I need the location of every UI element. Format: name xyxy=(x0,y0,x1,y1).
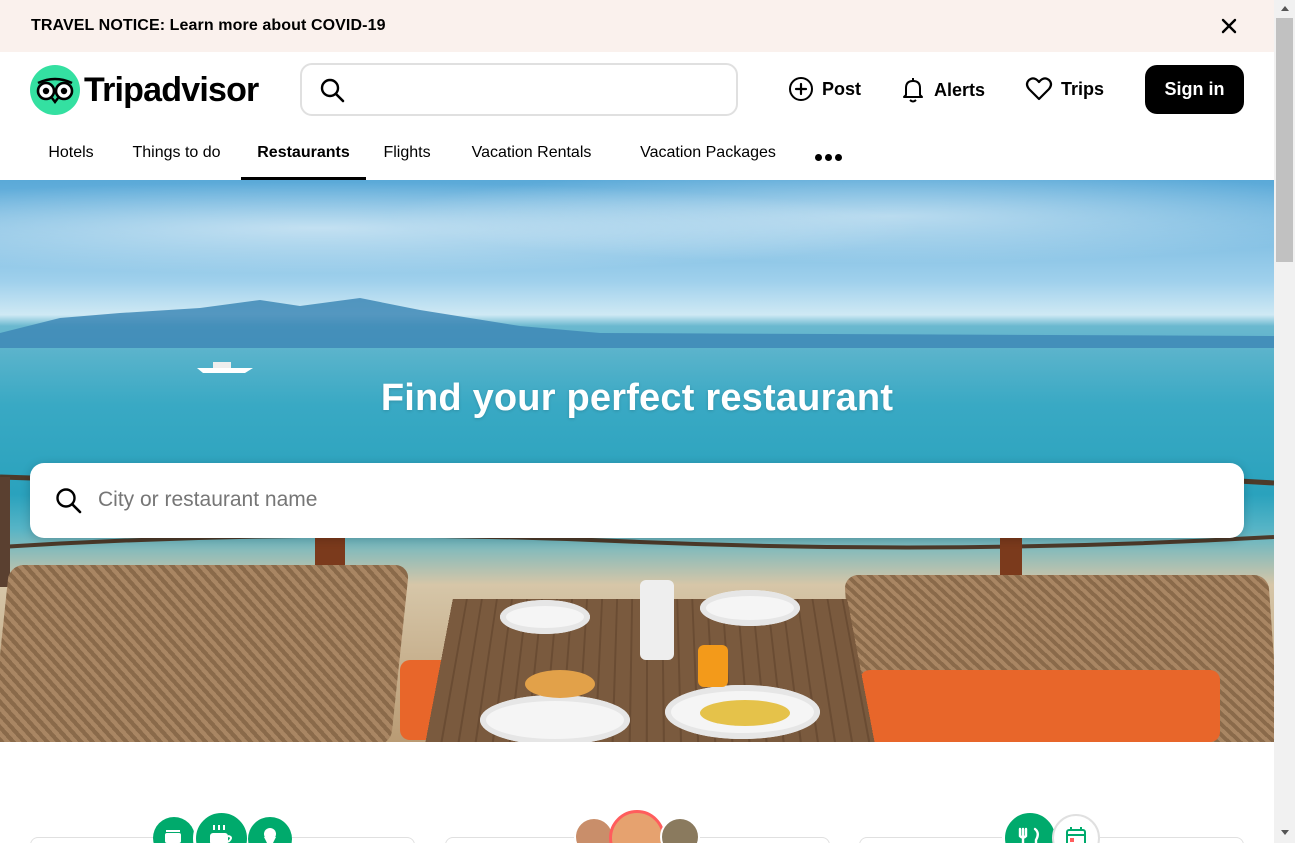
hero-banner: Find your perfect restaurant City or res… xyxy=(0,180,1274,742)
plus-circle-icon xyxy=(789,77,813,101)
wicker-chair-left xyxy=(0,565,410,742)
scroll-thumb[interactable] xyxy=(1276,18,1293,262)
fast-food-icon xyxy=(153,817,195,843)
tab-things-to-do[interactable]: Things to do xyxy=(112,128,241,180)
header-search-input[interactable] xyxy=(300,63,738,116)
search-icon xyxy=(56,488,82,514)
plate-image xyxy=(500,600,590,634)
tab-hotels[interactable]: Hotels xyxy=(30,128,112,180)
hero-title: Find your perfect restaurant xyxy=(380,377,894,419)
tab-flights[interactable]: Flights xyxy=(366,128,448,180)
search-icon xyxy=(320,78,345,103)
tripadvisor-logo[interactable]: Tripadvisor xyxy=(30,65,259,115)
category-tabs: Hotels Things to do Restaurants Flights … xyxy=(0,128,1274,180)
owl-logo-icon xyxy=(30,65,80,115)
orange-juice-image xyxy=(698,645,728,687)
ice-cream-icon xyxy=(248,817,292,843)
napkin-holder-image xyxy=(640,580,674,660)
feature-cards-row xyxy=(0,742,1274,843)
orange-cushion-right xyxy=(860,670,1220,742)
plate-image xyxy=(480,695,630,742)
tab-restaurants[interactable]: Restaurants xyxy=(241,128,366,180)
avatar xyxy=(609,810,665,843)
trips-label: Trips xyxy=(1061,78,1105,99)
fork-knife-icon xyxy=(1002,810,1058,843)
noodles-image xyxy=(700,700,790,726)
post-button[interactable]: Post xyxy=(788,76,861,102)
travel-notice-link[interactable]: TRAVEL NOTICE: Learn more about COVID-19 xyxy=(31,17,386,35)
scroll-down-arrow-icon[interactable] xyxy=(1281,830,1289,835)
heart-icon xyxy=(1025,77,1053,101)
boat-image xyxy=(197,362,253,373)
travel-notice-bar: TRAVEL NOTICE: Learn more about COVID-19 xyxy=(0,0,1274,52)
close-icon[interactable] xyxy=(1218,15,1240,37)
bell-icon xyxy=(903,78,923,103)
coffee-icon xyxy=(193,810,250,843)
post-label: Post xyxy=(822,78,862,99)
hero-mountains xyxy=(0,298,1274,348)
tab-vacation-packages[interactable]: Vacation Packages xyxy=(615,128,801,180)
tab-vacation-rentals[interactable]: Vacation Rentals xyxy=(448,128,615,180)
avatar xyxy=(574,817,614,843)
logo-wordmark: Tripadvisor xyxy=(84,70,259,109)
hero-sky-clouds xyxy=(0,180,1274,300)
plate-image xyxy=(700,590,800,626)
more-dots-icon[interactable] xyxy=(815,148,849,161)
calendar-icon xyxy=(1052,814,1100,843)
croissant-image xyxy=(525,670,595,698)
page-scrollbar[interactable] xyxy=(1274,0,1295,843)
scroll-up-arrow-icon[interactable] xyxy=(1281,6,1289,11)
sign-in-button[interactable]: Sign in xyxy=(1145,65,1244,114)
restaurant-search-input[interactable]: City or restaurant name xyxy=(30,463,1244,538)
site-header: Tripadvisor Post Alerts Trips Sign in xyxy=(0,52,1274,128)
avatar xyxy=(660,817,700,843)
alerts-button[interactable]: Alerts xyxy=(900,76,985,104)
alerts-label: Alerts xyxy=(934,79,986,100)
trips-button[interactable]: Trips xyxy=(1025,76,1104,102)
restaurant-search-placeholder: City or restaurant name xyxy=(98,488,318,511)
